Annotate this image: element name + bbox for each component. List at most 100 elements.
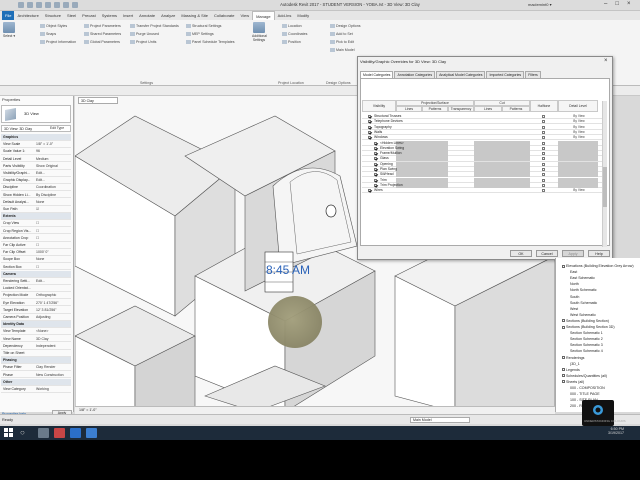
ribbon-tab-steel[interactable]: Steel [64,11,79,20]
halftone-checkbox[interactable] [542,162,545,166]
visibility-checkbox[interactable] [374,178,377,182]
visibility-checkbox[interactable] [368,130,371,134]
select-dropdown[interactable]: Select ▾ [3,34,15,38]
project-information-button[interactable]: Project Information [40,40,76,45]
property-row[interactable]: Phase Filter Clay Render [1,364,71,372]
property-value[interactable]: New Construction [36,373,70,377]
project-parameters-button[interactable]: Project Parameters [84,24,121,29]
visibility-checkbox[interactable] [368,125,371,129]
property-value[interactable]: 270' 1 47/256" [36,301,70,305]
browser-tree-item[interactable]: 000 - COMPOSITION [570,386,605,390]
visibility-checkbox[interactable] [374,157,377,161]
halftone-checkbox[interactable] [542,141,545,145]
visibility-checkbox[interactable] [374,141,377,145]
property-value[interactable]: Show Original [36,164,70,168]
ribbon-tab-manage[interactable]: Manage [252,11,275,20]
browser-tree-item[interactable]: South Schematic [570,301,597,305]
view-tab-3d-clay[interactable]: 3D Clay [78,97,118,104]
category-row[interactable]: Wires By View [362,188,602,194]
visibility-checkbox[interactable] [374,146,377,150]
ok-button[interactable]: OK [510,250,532,257]
property-row[interactable]: Detail Level Medium [1,156,71,163]
properties-section-header[interactable]: Phasing [1,357,71,365]
halftone-checkbox[interactable] [542,146,545,150]
property-row[interactable]: Crop View ☐ [1,220,71,228]
explorer-app-icon[interactable] [70,428,81,438]
property-row[interactable]: Graphic Display... Edit... [1,177,71,185]
property-row[interactable]: Section Box ☐ [1,264,71,271]
browser-tree-item[interactable]: North Schematic [570,288,597,292]
visibility-checkbox[interactable] [374,152,377,156]
visibility-checkbox[interactable] [368,120,371,124]
ribbon-tab-annotate[interactable]: Annotate [136,11,158,20]
dialog-tab-imported-categories[interactable]: Imported Categories [486,71,525,78]
expand-toggle-icon[interactable] [562,319,565,323]
object-styles-button[interactable]: Object Styles [40,24,67,29]
property-row[interactable]: View Category Working [1,386,71,393]
expand-toggle-icon[interactable] [562,325,565,329]
detail-level-select[interactable]: By View [560,188,598,192]
browser-app-icon[interactable] [86,428,97,438]
halftone-checkbox[interactable] [542,125,545,129]
pick-to-edit-button[interactable]: Pick to Edit [330,40,354,45]
property-value[interactable]: ☐ [36,265,70,269]
main-model-select[interactable]: Main Model [330,48,355,53]
property-row[interactable]: Title on Sheet [1,350,71,357]
halftone-checkbox[interactable] [542,136,545,140]
property-row[interactable]: Scale Value 1: 96 [1,148,71,156]
property-row[interactable]: Annotation Crop ☐ [1,235,71,242]
expand-toggle-icon[interactable] [562,374,565,378]
visibility-checkbox[interactable] [374,162,377,166]
task-view-icon[interactable] [38,428,49,438]
ribbon-tab-add-ins[interactable]: Add-Ins [275,11,295,20]
property-value[interactable]: Orthographic [36,293,70,297]
property-row[interactable]: Parts Visibility Show Original [1,163,71,170]
browser-tree-item[interactable]: Sheets (all) [562,380,584,384]
ribbon-tab-view[interactable]: View [237,11,252,20]
view-scale-label[interactable]: 1/8" = 1'-0" [79,408,97,412]
panel-schedule-templates-button[interactable]: Panel Schedule Templates [186,40,235,45]
snaps-button[interactable]: Snaps [40,32,56,37]
halftone-checkbox[interactable] [542,115,545,118]
browser-tree-item[interactable]: East [570,270,577,274]
type-selector[interactable]: 3D View [1,105,71,123]
additional-settings-button[interactable]: Additional Settings [252,22,267,42]
browser-tree-item[interactable]: Section Schematic 2 [570,337,603,341]
purge-unused-button[interactable]: Purge Unused [130,32,159,37]
property-row[interactable]: Far Clip Active ☐ [1,242,71,249]
browser-tree-item[interactable]: Section Schematic 3 [570,343,603,347]
property-value[interactable]: Working [36,387,70,391]
property-row[interactable]: Default Analysi... None [1,199,71,206]
expand-toggle-icon[interactable] [562,368,565,372]
property-value[interactable]: <None> [36,329,70,333]
dialog-tab-filters[interactable]: Filters [525,71,541,78]
detail-level-select[interactable]: By View [560,135,598,139]
global-parameters-button[interactable]: Global Parameters [84,40,120,45]
property-value[interactable]: None [36,200,70,204]
dialog-tab-annotation-categories[interactable]: Annotation Categories [394,71,436,78]
property-value[interactable]: Adjusting [36,315,70,319]
cancel-button[interactable]: Cancel [536,250,558,257]
property-row[interactable]: Locked Orientat... [1,285,71,293]
design-options-button[interactable]: Design Options [330,24,361,29]
apply-button[interactable]: Apply [562,250,584,257]
taskbar-clock[interactable]: 6:50 PM 3/19/2017 [608,427,624,435]
maximize-icon[interactable]: □ [615,1,619,7]
browser-tree-item[interactable]: 000 - TITLE PAGE [570,392,600,396]
property-row[interactable]: Scope Box None [1,256,71,264]
halftone-checkbox[interactable] [542,130,545,134]
browser-tree-item[interactable]: (3D_1 [570,362,580,366]
property-row[interactable]: Eye Elevation 270' 1 47/256" [1,300,71,307]
property-row[interactable]: Camera Position Adjusting [1,314,71,321]
halftone-checkbox[interactable] [542,157,545,161]
properties-section-header[interactable]: Extents [1,213,71,221]
sun-icon[interactable] [268,296,322,348]
halftone-checkbox[interactable] [542,173,545,177]
property-value[interactable]: 12' 3 81/256" [36,308,70,312]
ribbon-tab-analyze[interactable]: Analyze [158,11,178,20]
user-account[interactable]: maclemint0 ▾ [528,2,552,7]
property-value[interactable]: 1/8" = 1'-0" [36,142,70,146]
ribbon-tab-extra[interactable] [312,11,318,20]
position-button[interactable]: Position [282,40,301,45]
halftone-checkbox[interactable] [542,120,545,124]
